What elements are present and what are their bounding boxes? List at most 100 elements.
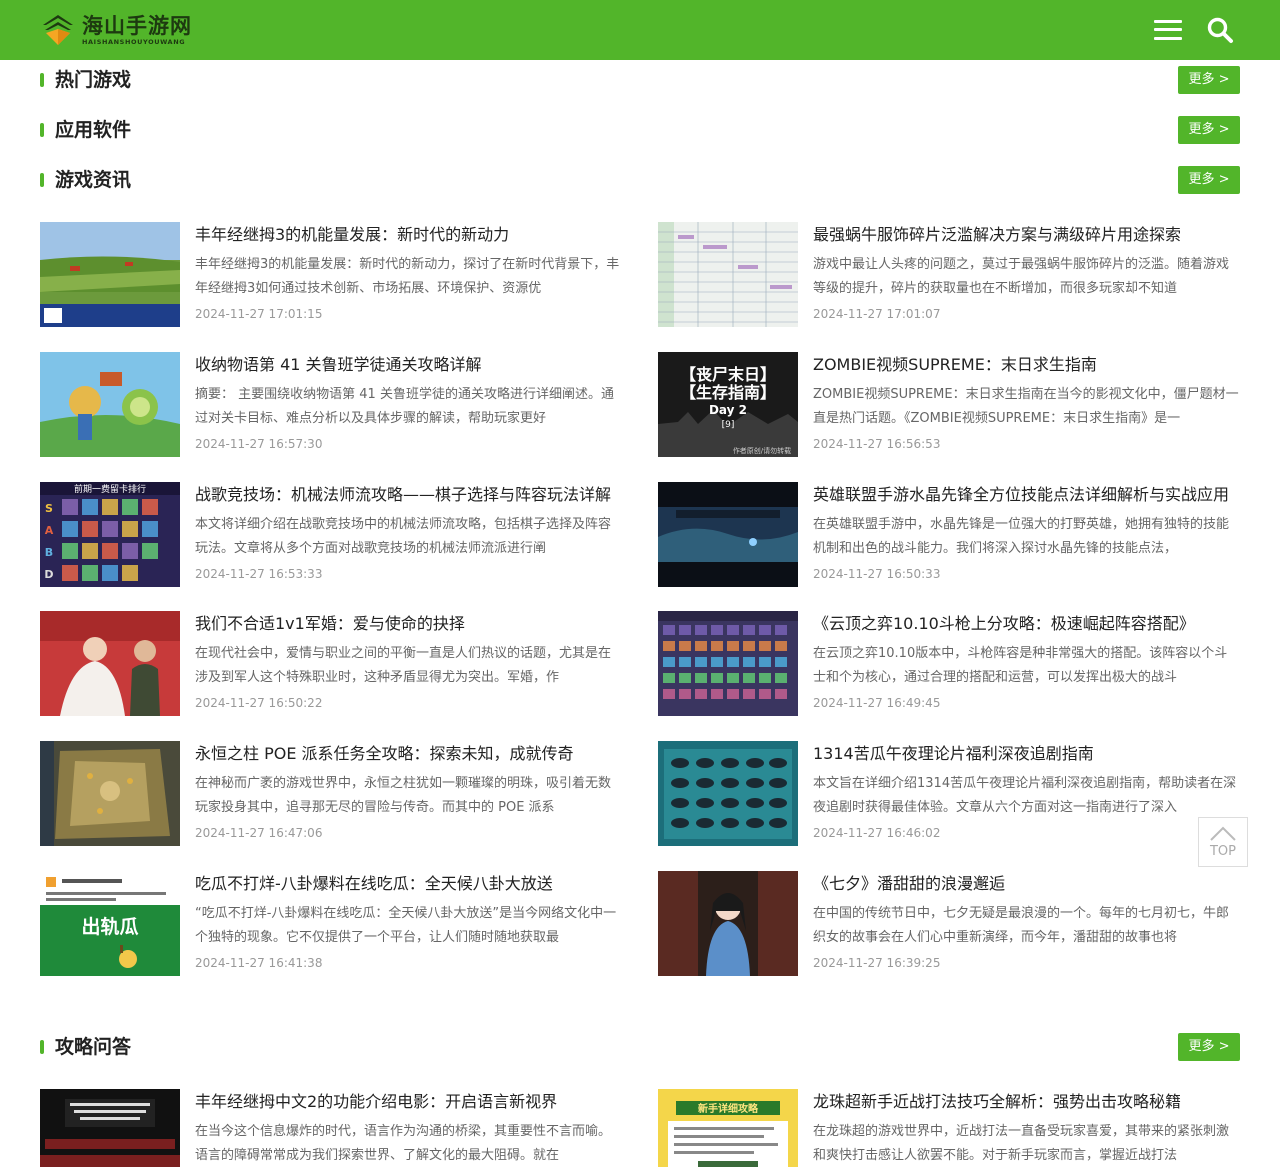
section-bar	[40, 173, 44, 187]
article-summary: 在龙珠超的游戏世界中，近战打法一直备受玩家喜爱，其带来的紧张刺激和爽快打击感让人…	[813, 1124, 1230, 1163]
guide-item[interactable]: 丰年经继拇中文2的功能介绍电影：开启语言新视界 在当今这个信息爆炸的时代，语言作…	[40, 1089, 622, 1167]
more-button[interactable]: 更多 >	[1178, 1033, 1240, 1061]
article-thumbnail[interactable]	[658, 222, 798, 327]
article-date: 2024-11-27 17:01:07	[813, 307, 941, 321]
article-thumbnail[interactable]	[658, 741, 798, 846]
section-apps: 应用软件 更多 >	[40, 116, 1240, 144]
article-thumbnail[interactable]: 出轨瓜	[40, 871, 180, 976]
news-item[interactable]: 【丧尸末日】 【生存指南】 Day 2 [9] 作者原创/请勿转载 ZOMBIE…	[658, 352, 1240, 457]
article-title[interactable]: 我们不合适1v1军婚：爱与使命的抉择	[195, 613, 622, 635]
article-title[interactable]: 收纳物语第 41 关鲁班学徒通关攻略详解	[195, 354, 622, 376]
section-bar	[40, 123, 44, 137]
news-item[interactable]: 丰年经继拇3的机能量发展：新时代的新动力 丰年经继拇3的机能量发展：新时代的新动…	[40, 222, 622, 327]
article-thumbnail[interactable]: 新手详细攻略	[658, 1089, 798, 1167]
thumbnail-caption: 前期一费留卡排行	[74, 483, 146, 495]
article-date: 2024-11-27 16:46:02	[813, 826, 941, 840]
article-date: 2024-11-27 17:01:15	[195, 307, 323, 321]
article-summary: 在现代社会中，爱情与职业之间的平衡一直是人们热议的话题，尤其是在涉及到军人这个特…	[195, 646, 612, 685]
article-title[interactable]: 龙珠超新手近战打法技巧全解析：强势出击攻略秘籍	[813, 1091, 1240, 1113]
news-item[interactable]: 《七夕》潘甜甜的浪漫邂逅 在中国的传统节日中，七夕无疑是最浪漫的一个。每年的七月…	[658, 871, 1240, 976]
article-date: 2024-11-27 16:56:53	[813, 437, 941, 451]
more-button[interactable]: 更多 >	[1178, 116, 1240, 144]
article-date: 2024-11-27 16:50:33	[813, 567, 941, 581]
article-summary: 本文旨在详细介绍1314苦瓜午夜理论片福利深夜追剧指南，帮助读者在深夜追剧时获得…	[813, 776, 1237, 815]
news-item[interactable]: 收纳物语第 41 关鲁班学徒通关攻略详解 摘要： 主要围绕收纳物语第 41 关鲁…	[40, 352, 622, 457]
article-title[interactable]: 丰年经继拇3的机能量发展：新时代的新动力	[195, 224, 622, 246]
thumbnail-caption: 作者原创/请勿转载	[733, 446, 791, 455]
section-bar	[40, 1040, 44, 1054]
news-item[interactable]: 英雄联盟手游水晶先锋全方位技能点法详细解析与实战应用 在英雄联盟手游中，水晶先锋…	[658, 482, 1240, 587]
news-item[interactable]: 《云顶之弈10.10斗枪上分攻略：极速崛起阵容搭配》 在云顶之弈10.10版本中…	[658, 611, 1240, 716]
article-thumbnail[interactable]	[658, 871, 798, 976]
more-button[interactable]: 更多 >	[1178, 66, 1240, 94]
section-game-news: 游戏资讯 更多 >	[40, 166, 1240, 194]
news-item[interactable]: 最强蜗牛服饰碎片泛滥解决方案与满级碎片用途探索 游戏中最让人头疼的问题之，莫过于…	[658, 222, 1240, 327]
section-bar	[40, 73, 44, 87]
article-date: 2024-11-27 16:41:38	[195, 956, 323, 970]
article-title[interactable]: 战歌竞技场：机械法师流攻略——棋子选择与阵容玩法详解	[195, 484, 622, 506]
article-summary: ZOMBIE视频SUPREME：末日求生指南在当今的影视文化中，僵尸题材一直是热…	[813, 387, 1239, 426]
svg-text:B: B	[45, 546, 53, 559]
back-to-top-label: TOP	[1209, 844, 1236, 859]
section-title: 游戏资讯	[55, 169, 132, 191]
article-thumbnail[interactable]	[658, 482, 798, 587]
article-summary: 在中国的传统节日中，七夕无疑是最浪漫的一个。每年的七月初七，牛郎织女的故事会在人…	[813, 906, 1230, 945]
article-title[interactable]: 最强蜗牛服饰碎片泛滥解决方案与满级碎片用途探索	[813, 224, 1240, 246]
article-title[interactable]: 吃瓜不打烊-八卦爆料在线吃瓜：全天候八卦大放送	[195, 873, 622, 895]
thumbnail-caption: [9]	[722, 420, 735, 430]
thumbnail-caption: 【生存指南】	[680, 383, 776, 402]
section-title: 应用软件	[55, 119, 132, 141]
svg-text:D: D	[44, 568, 53, 581]
back-to-top-button[interactable]: TOP	[1198, 817, 1248, 867]
article-date: 2024-11-27 16:47:06	[195, 826, 323, 840]
article-date: 2024-11-27 16:39:25	[813, 956, 941, 970]
article-title[interactable]: 《云顶之弈10.10斗枪上分攻略：极速崛起阵容搭配》	[813, 613, 1240, 635]
article-date: 2024-11-27 16:49:45	[813, 696, 941, 710]
news-item[interactable]: 前期一费留卡排行 S A B D 战歌竞技场：机械法师流攻略——棋子选择与阵容玩…	[40, 482, 622, 587]
article-date: 2024-11-27 16:53:33	[195, 567, 323, 581]
menu-icon[interactable]	[1154, 18, 1182, 42]
article-date: 2024-11-27 16:57:30	[195, 437, 323, 451]
article-summary: 本文将详细介绍在战歌竞技场中的机械法师流攻略，包括棋子选择及阵容玩法。文章将从多…	[195, 517, 612, 556]
logo-subtitle: HAISHANSHOUYOUWANG	[82, 37, 186, 46]
article-summary: 在神秘而广袤的游戏世界中，永恒之柱犹如一颗璀璨的明珠，吸引着无数玩家投身其中，追…	[195, 776, 612, 815]
more-button[interactable]: 更多 >	[1178, 166, 1240, 194]
thumbnail-caption: 出轨瓜	[81, 915, 138, 938]
article-summary: 摘要： 主要围绕收纳物语第 41 关鲁班学徒的通关攻略进行详细阐述。通过对关卡目…	[195, 387, 614, 426]
article-title[interactable]: 1314苦瓜午夜理论片福利深夜追剧指南	[813, 743, 1240, 765]
section-hot-games: 热门游戏 更多 >	[40, 66, 1240, 94]
article-thumbnail[interactable]: 前期一费留卡排行 S A B D	[40, 482, 180, 587]
thumbnail-caption: Day 2	[709, 403, 747, 417]
news-item[interactable]: 永恒之柱 POE 派系任务全攻略：探索未知，成就传奇 在神秘而广袤的游戏世界中，…	[40, 741, 622, 846]
article-thumbnail[interactable]	[40, 1089, 180, 1167]
article-thumbnail[interactable]: 【丧尸末日】 【生存指南】 Day 2 [9] 作者原创/请勿转载	[658, 352, 798, 457]
article-summary: 在当今这个信息爆炸的时代，语言作为沟通的桥梁，其重要性不言而喻。语言的障碍常常成…	[195, 1124, 612, 1163]
search-icon[interactable]	[1206, 16, 1234, 44]
news-item[interactable]: 1314苦瓜午夜理论片福利深夜追剧指南 本文旨在详细介绍1314苦瓜午夜理论片福…	[658, 741, 1240, 846]
article-title[interactable]: 永恒之柱 POE 派系任务全攻略：探索未知，成就传奇	[195, 743, 622, 765]
chevron-up-icon	[1210, 826, 1236, 841]
logo-mark-icon	[40, 12, 76, 48]
section-title: 攻略问答	[55, 1036, 132, 1058]
svg-text:A: A	[45, 524, 54, 537]
article-title[interactable]: 英雄联盟手游水晶先锋全方位技能点法详细解析与实战应用	[813, 484, 1240, 506]
section-guides: 攻略问答 更多 >	[40, 1033, 1240, 1061]
site-logo[interactable]: 海山手游网 HAISHANSHOUYOUWANG	[40, 10, 192, 50]
article-thumbnail[interactable]	[658, 611, 798, 716]
article-date: 2024-11-27 16:50:22	[195, 696, 323, 710]
article-summary: 在英雄联盟手游中，水晶先锋是一位强大的打野英雄，她拥有独特的技能机制和出色的战斗…	[813, 517, 1230, 556]
article-title[interactable]: ZOMBIE视频SUPREME：末日求生指南	[813, 354, 1240, 376]
logo-title: 海山手游网	[82, 12, 192, 38]
article-thumbnail[interactable]	[40, 611, 180, 716]
news-item[interactable]: 我们不合适1v1军婚：爱与使命的抉择 在现代社会中，爱情与职业之间的平衡一直是人…	[40, 611, 622, 716]
section-title: 热门游戏	[55, 69, 132, 91]
article-thumbnail[interactable]	[40, 222, 180, 327]
article-summary: 丰年经继拇3的机能量发展：新时代的新动力，探讨了在新时代背景下，丰年经继拇3如何…	[195, 257, 620, 296]
news-item[interactable]: 出轨瓜 吃瓜不打烊-八卦爆料在线吃瓜：全天候八卦大放送 “吃瓜不打烊-八卦爆料在…	[40, 871, 622, 976]
article-title[interactable]: 丰年经继拇中文2的功能介绍电影：开启语言新视界	[195, 1091, 622, 1113]
guide-item[interactable]: 新手详细攻略 龙珠超新手近战打法技巧全解析：强势出击攻略秘籍 在龙珠超的游戏世界…	[658, 1089, 1240, 1167]
article-thumbnail[interactable]	[40, 352, 180, 457]
article-summary: 在云顶之弈10.10版本中，斗枪阵容是种非常强大的搭配。该阵容以个斗士和个为核心…	[813, 646, 1228, 685]
article-thumbnail[interactable]	[40, 741, 180, 846]
article-title[interactable]: 《七夕》潘甜甜的浪漫邂逅	[813, 873, 1240, 895]
